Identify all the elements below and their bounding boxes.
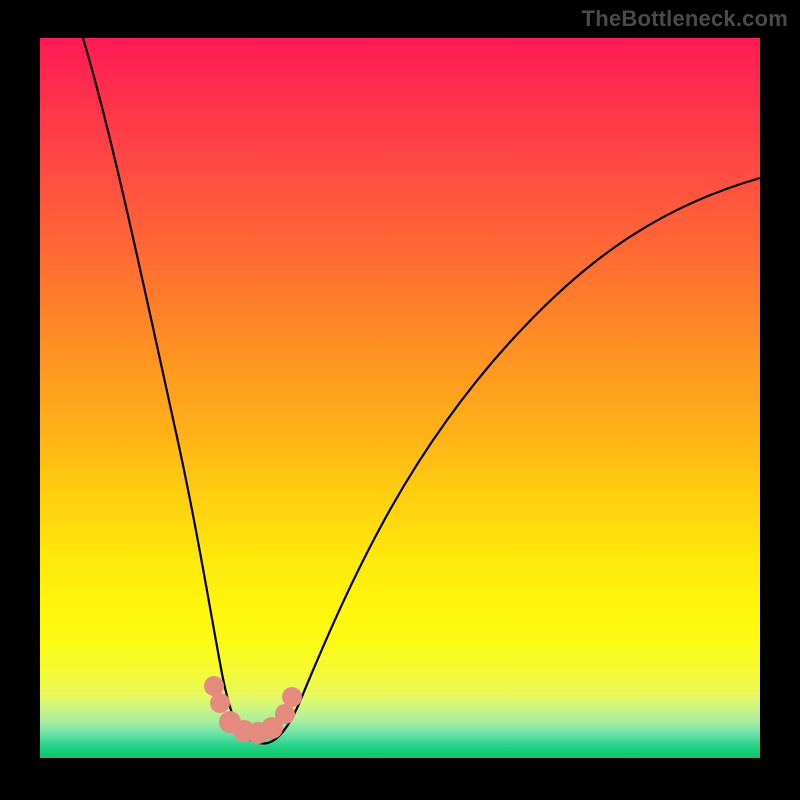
marker-group [204, 676, 302, 744]
marker-dot [204, 676, 224, 696]
bottleneck-curve [83, 38, 760, 743]
chart-svg [40, 38, 760, 758]
watermark-text: TheBottleneck.com [582, 6, 788, 32]
plot-area [40, 38, 760, 758]
marker-dot [282, 687, 302, 707]
chart-container: TheBottleneck.com [0, 0, 800, 800]
marker-dot [210, 693, 230, 713]
